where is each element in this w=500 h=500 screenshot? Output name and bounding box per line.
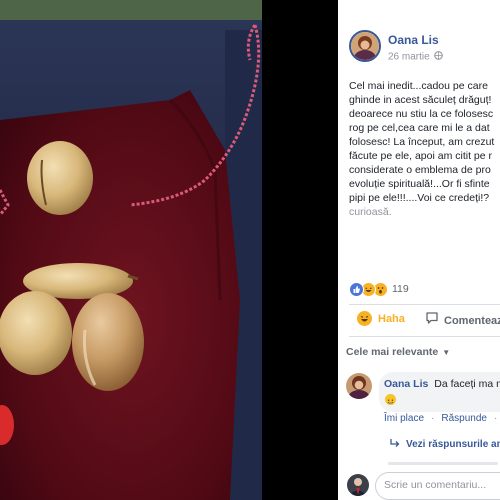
post-text-line: Cel mai inedit...cadou pe care bbox=[349, 80, 488, 92]
current-user-avatar-photo bbox=[347, 474, 369, 496]
comment-input-placeholder: Scrie un comentariu... bbox=[384, 479, 487, 491]
commenter-avatar-photo bbox=[346, 373, 372, 399]
comment-author[interactable]: Oana Lis bbox=[384, 378, 428, 390]
globe-icon bbox=[434, 51, 444, 63]
post-text-line: deoarece nu stiu la ce folosesc bbox=[349, 108, 494, 120]
post-author-name[interactable]: Oana Lis bbox=[388, 33, 439, 47]
post-text-line: evoluție spirituală!...Or fi sfinte bbox=[349, 178, 490, 190]
comment-actions: Îmi place · Răspunde · 2z bbox=[384, 413, 500, 424]
acorns-in-pouch-image bbox=[0, 0, 338, 500]
view-replies-link[interactable]: Vezi răspunsurile ant bbox=[390, 435, 500, 453]
sort-label[interactable]: Cele mai relevante bbox=[346, 346, 438, 358]
comment-button[interactable]: Comenteaz bbox=[425, 311, 500, 330]
comment-label[interactable]: Comenteaz bbox=[444, 315, 500, 327]
comment-input[interactable]: Scrie un comentariu... bbox=[375, 472, 500, 500]
dot-separator: · bbox=[493, 413, 498, 424]
like-reaction-icon bbox=[349, 281, 364, 297]
reactions-summary[interactable]: 119 bbox=[349, 281, 409, 297]
comment-reply-link[interactable]: Răspunde bbox=[441, 413, 487, 424]
divider bbox=[349, 304, 500, 305]
post-date-text[interactable]: 26 martie bbox=[388, 52, 430, 63]
avatar-photo bbox=[351, 32, 379, 60]
post-text-line: curioasă. bbox=[349, 206, 392, 218]
reaction-count[interactable]: 119 bbox=[392, 283, 409, 295]
post-text-line: pipi pe ele!!!....Voi ce credeți!? bbox=[349, 192, 490, 204]
comment-icon bbox=[425, 311, 439, 330]
author-avatar[interactable] bbox=[349, 30, 381, 62]
haha-label[interactable]: Haha bbox=[378, 313, 405, 325]
grin-emoji bbox=[385, 394, 396, 405]
post-panel: Oana Lis 26 martie Cel mai inedit...cado… bbox=[338, 0, 500, 500]
comment-like-link[interactable]: Îmi place bbox=[384, 413, 424, 424]
comment-sort-dropdown[interactable]: Cele mai relevante ▼ bbox=[346, 346, 450, 358]
post-text-line: ghinde in acest săculeț drăguț! bbox=[349, 94, 492, 106]
dot-separator: · bbox=[431, 413, 435, 424]
post-text-line: folosesc! La început, am crezut bbox=[349, 136, 495, 148]
view-replies-label[interactable]: Vezi răspunsurile ant bbox=[406, 439, 500, 450]
comment-text: Da faceți ma ma bbox=[434, 378, 500, 390]
caret-down-icon: ▼ bbox=[442, 347, 451, 357]
post-text: Cel mai inedit...cadou pe care ghinde in… bbox=[349, 79, 494, 219]
reply-arrow-icon bbox=[390, 435, 400, 453]
commenter-avatar[interactable] bbox=[346, 373, 372, 399]
haha-icon bbox=[357, 311, 372, 326]
divider bbox=[349, 336, 500, 337]
post-text-line: considerate o emblema de pro bbox=[349, 164, 491, 176]
haha-button[interactable]: Haha bbox=[357, 311, 405, 326]
current-user-avatar bbox=[347, 474, 369, 496]
post-date[interactable]: 26 martie bbox=[388, 51, 444, 63]
comment-bubble: Oana Lis Da faceți ma ma bbox=[379, 372, 500, 412]
post-text-line: rog pe cel,cea care mi le a dat bbox=[349, 122, 490, 134]
hidden-reply-preview bbox=[388, 462, 498, 465]
post-photo[interactable] bbox=[0, 0, 338, 500]
post-text-line: făcute pe ele, apoi am citit pe r bbox=[349, 150, 492, 162]
